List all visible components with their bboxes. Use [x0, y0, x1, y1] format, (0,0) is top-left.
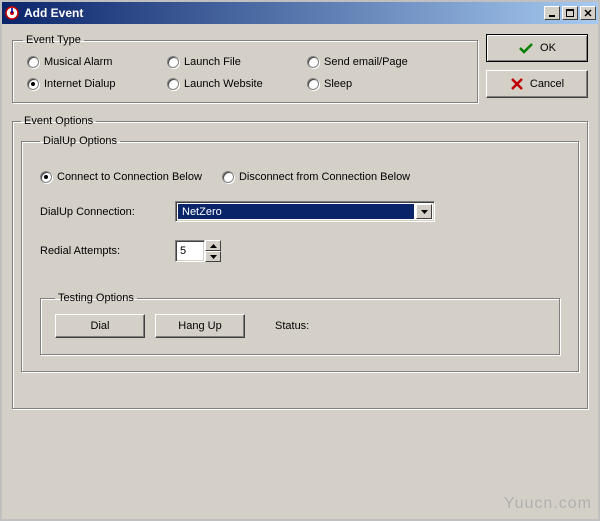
check-icon	[518, 42, 534, 54]
radio-launch-website[interactable]: Launch Website	[167, 78, 307, 90]
spin-up-button[interactable]	[205, 240, 221, 251]
radio-icon	[167, 78, 179, 90]
radio-icon	[307, 78, 319, 90]
app-icon	[4, 5, 20, 21]
connection-value: NetZero	[178, 204, 414, 219]
hangup-button[interactable]: Hang Up	[155, 314, 245, 338]
cancel-button[interactable]: Cancel	[486, 70, 588, 98]
radio-connect[interactable]: Connect to Connection Below	[40, 171, 202, 183]
redial-value[interactable]: 5	[175, 240, 205, 262]
radio-send-email[interactable]: Send email/Page	[307, 56, 467, 68]
redial-spinner[interactable]: 5	[175, 240, 221, 262]
testing-legend: Testing Options	[55, 292, 137, 304]
ok-button[interactable]: OK	[486, 34, 588, 62]
radio-musical-alarm[interactable]: Musical Alarm	[27, 56, 167, 68]
dialup-options-group: DialUp Options Connect to Connection Bel…	[21, 135, 579, 372]
connection-label: DialUp Connection:	[40, 206, 155, 218]
connection-combo[interactable]: NetZero	[175, 201, 435, 222]
close-button[interactable]	[580, 6, 596, 20]
event-type-group: Event Type Musical Alarm Launch File Sen…	[12, 34, 478, 103]
event-options-legend: Event Options	[21, 115, 96, 127]
radio-label: Connect to Connection Below	[57, 171, 202, 183]
chevron-down-icon	[421, 210, 428, 214]
dial-label: Dial	[91, 320, 110, 332]
cancel-label: Cancel	[530, 78, 564, 90]
chevron-down-icon	[210, 255, 217, 259]
radio-icon	[40, 171, 52, 183]
radio-label: Sleep	[324, 78, 352, 90]
radio-launch-file[interactable]: Launch File	[167, 56, 307, 68]
radio-icon	[222, 171, 234, 183]
radio-label: Launch Website	[184, 78, 263, 90]
radio-label: Internet Dialup	[44, 78, 116, 90]
redial-label: Redial Attempts:	[40, 245, 155, 257]
maximize-button[interactable]	[562, 6, 578, 20]
radio-sleep[interactable]: Sleep	[307, 78, 467, 90]
testing-options-group: Testing Options Dial Hang Up Status:	[40, 292, 560, 355]
titlebar[interactable]: Add Event	[2, 2, 598, 24]
event-options-group: Event Options DialUp Options Connect to …	[12, 115, 588, 409]
status-label: Status:	[275, 320, 309, 332]
radio-disconnect[interactable]: Disconnect from Connection Below	[222, 171, 410, 183]
spin-down-button[interactable]	[205, 251, 221, 262]
radio-label: Musical Alarm	[44, 56, 112, 68]
radio-internet-dialup[interactable]: Internet Dialup	[27, 78, 167, 90]
radio-icon	[307, 56, 319, 68]
radio-icon	[27, 56, 39, 68]
minimize-button[interactable]	[544, 6, 560, 20]
radio-icon	[27, 78, 39, 90]
chevron-up-icon	[210, 244, 217, 248]
window-title: Add Event	[24, 6, 542, 20]
radio-label: Launch File	[184, 56, 241, 68]
dial-button[interactable]: Dial	[55, 314, 145, 338]
dialup-options-legend: DialUp Options	[40, 135, 120, 147]
event-type-legend: Event Type	[23, 34, 84, 46]
radio-label: Disconnect from Connection Below	[239, 171, 410, 183]
hangup-label: Hang Up	[178, 320, 221, 332]
x-icon	[510, 77, 524, 91]
radio-icon	[167, 56, 179, 68]
radio-label: Send email/Page	[324, 56, 408, 68]
dropdown-button[interactable]	[416, 204, 432, 219]
ok-label: OK	[540, 42, 556, 54]
